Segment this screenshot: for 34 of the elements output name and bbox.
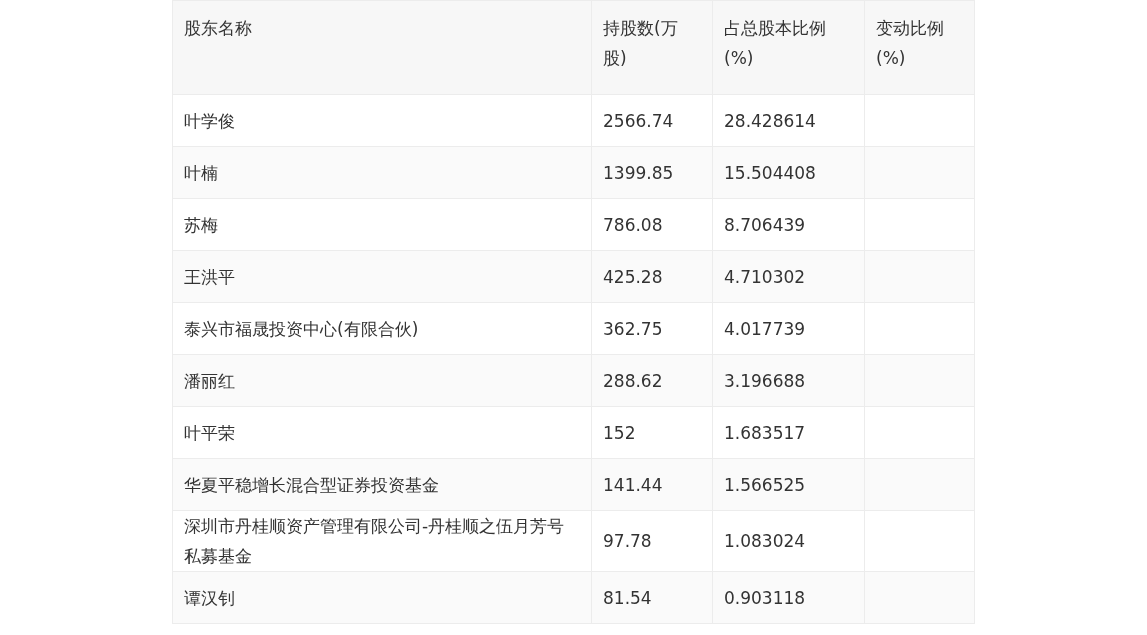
table-cell: 15.504408 (712, 146, 865, 199)
table-cell: 141.44 (591, 458, 713, 511)
column-header: 持股数(万股) (591, 0, 713, 95)
table-cell: 28.428614 (712, 94, 865, 147)
table-cell: 苏梅 (172, 198, 592, 251)
table-cell: 王洪平 (172, 250, 592, 303)
table-cell: 1399.85 (591, 146, 713, 199)
column-header: 变动比例(%) (864, 0, 975, 95)
table-cell: 152 (591, 406, 713, 459)
table-cell: 1.566525 (712, 458, 865, 511)
table-cell: 2566.74 (591, 94, 713, 147)
table-cell: 288.62 (591, 354, 713, 407)
table-cell: 1.683517 (712, 406, 865, 459)
table-cell: 97.78 (591, 510, 713, 572)
table-cell: 谭汉钊 (172, 571, 592, 624)
table-cell: 786.08 (591, 198, 713, 251)
table-cell: 81.54 (591, 571, 713, 624)
table-cell: 深圳市丹桂顺资产管理有限公司-丹桂顺之伍月芳号私募基金 (172, 510, 592, 572)
table-cell: 潘丽红 (172, 354, 592, 407)
table-cell: 叶楠 (172, 146, 592, 199)
table-cell: 3.196688 (712, 354, 865, 407)
table-cell: 叶平荣 (172, 406, 592, 459)
table-cell: 叶学俊 (172, 94, 592, 147)
table-cell: 425.28 (591, 250, 713, 303)
table-cell: 1.083024 (712, 510, 865, 572)
column-header: 股东名称 (172, 0, 592, 95)
table-cell: 0.903118 (712, 571, 865, 624)
table-cell: 4.017739 (712, 302, 865, 355)
table-cell: 4.710302 (712, 250, 865, 303)
table-cell: 362.75 (591, 302, 713, 355)
column-header: 占总股本比例(%) (712, 0, 865, 95)
table-cell: 华夏平稳增长混合型证券投资基金 (172, 458, 592, 511)
table-cell: 泰兴市福晟投资中心(有限合伙) (172, 302, 592, 355)
table-cell: 8.706439 (712, 198, 865, 251)
